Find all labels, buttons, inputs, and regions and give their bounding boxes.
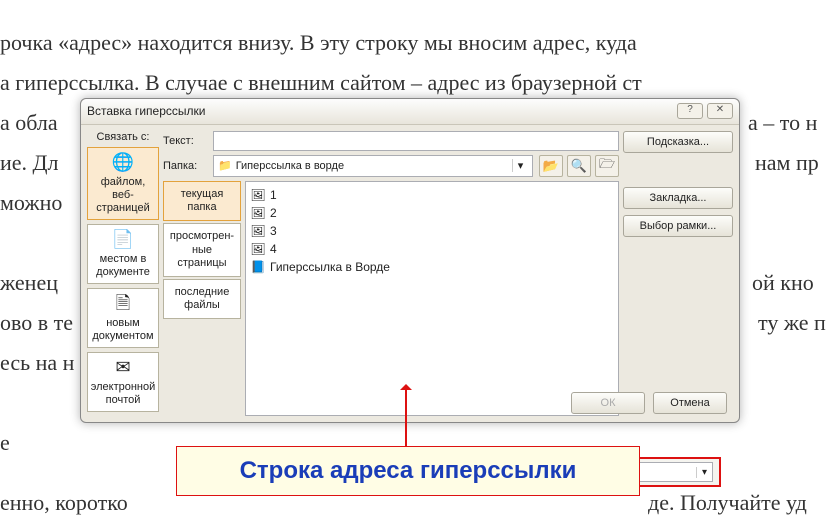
link-target-place[interactable]: 📄 местом в документе [87,224,159,284]
subnav-current-folder[interactable]: текущая папка [163,181,241,221]
list-item[interactable]: 🖼2 [250,204,614,222]
browse-file-button[interactable]: 🗁 [595,155,619,177]
bg-text: а гиперссылка. В случае с внешним сайтом… [0,68,642,99]
center-panel: Текст: Папка: 📁 Гиперссылка в ворде ▾ 📂 … [163,131,619,416]
image-icon: 🖼 [250,223,266,239]
file-name: 4 [270,242,277,256]
bg-text: есь на н [0,348,74,379]
bg-text: ие. Дл [0,148,59,179]
dialog-title: Вставка гиперссылки [87,104,673,118]
link-target-label: электронной почтой [91,381,156,406]
folder-up-icon: 📂 [543,158,559,174]
mail-icon: ✉ [90,357,156,379]
close-button[interactable]: ✕ [707,103,733,119]
bg-text: ту же п [758,308,826,339]
link-target-new-doc[interactable]: 🗎 новым документом [87,288,159,348]
right-button-column: Подсказка... Закладка... Выбор рамки... [623,131,733,416]
link-target-label: местом в документе [96,253,150,278]
open-folder-icon: 🗁 [599,155,615,177]
bg-text: а обла [0,108,58,139]
link-to-column: Связать с: 🌐 файлом, веб-страницей 📄 мес… [87,131,159,416]
new-doc-icon: 🗎 [90,293,156,315]
chevron-down-icon[interactable]: ▾ [512,159,528,172]
bg-text: енно, коротко [0,488,128,519]
link-target-label: новым документом [92,317,153,342]
bookmark-icon: 📄 [90,229,156,251]
list-item[interactable]: 📘 Гиперссылка в Ворде [250,258,614,276]
link-to-label: Связать с: [87,131,159,143]
subnav-viewed-pages[interactable]: просмотрен- ные страницы [163,223,241,277]
bg-text: нам пр [755,148,819,179]
bg-text: женец [0,268,58,299]
text-label: Текст: [163,135,207,147]
bg-text: ой кно [752,268,814,299]
file-name: Гиперссылка в Ворде [270,260,390,274]
browse-subnav: текущая папка просмотрен- ные страницы п… [163,181,241,416]
folder-label: Папка: [163,160,207,172]
file-name: 3 [270,224,277,238]
image-icon: 🖼 [250,187,266,203]
bg-text: е [0,428,10,459]
insert-hyperlink-dialog: Вставка гиперссылки ? ✕ Связать с: 🌐 фай… [80,98,740,423]
folder-combo[interactable]: 📁 Гиперссылка в ворде ▾ [213,155,533,177]
bg-text: можно [0,188,62,219]
browse-web-button[interactable]: 🔍 [567,155,591,177]
titlebar[interactable]: Вставка гиперссылки ? ✕ [81,99,739,125]
up-folder-button[interactable]: 📂 [539,155,563,177]
chevron-down-icon[interactable]: ▾ [696,467,712,478]
bg-text: де. Получайте уд [648,488,807,519]
link-target-email[interactable]: ✉ электронной почтой [87,352,159,412]
help-button[interactable]: ? [677,103,703,119]
list-item[interactable]: 🖼4 [250,240,614,258]
image-icon: 🖼 [250,241,266,257]
bg-text: рочка «адрес» находится внизу. В эту стр… [0,28,637,59]
ok-button: ОК [571,392,645,414]
cancel-button[interactable]: Отмена [653,392,727,414]
annotation-arrow [405,390,407,446]
text-input[interactable] [213,131,619,151]
dialog-footer: ОК Отмена [571,392,727,414]
image-icon: 🖼 [250,205,266,221]
bg-text: а – то н [748,108,817,139]
subnav-recent-files[interactable]: последние файлы [163,279,241,319]
list-item[interactable]: 🖼3 [250,222,614,240]
target-frame-button[interactable]: Выбор рамки... [623,215,733,237]
file-name: 1 [270,188,277,202]
annotation-callout: Строка адреса гиперссылки [176,446,640,496]
word-doc-icon: 📘 [250,259,266,275]
file-list[interactable]: 🖼1 🖼2 🖼3 🖼4 📘Гиперссылка в Ворде [245,181,619,416]
bookmark-button[interactable]: Закладка... [623,187,733,209]
file-name: 2 [270,206,277,220]
list-item[interactable]: 🖼1 [250,186,614,204]
folder-value: Гиперссылка в ворде [236,160,344,172]
globe-icon: 🌐 [90,152,156,174]
bg-text: ово в те [0,308,73,339]
search-icon: 🔍 [571,158,587,174]
link-target-label: файлом, веб-страницей [96,176,149,214]
folder-icon: 📁 [218,159,232,172]
link-target-file-web[interactable]: 🌐 файлом, веб-страницей [87,147,159,220]
tooltip-button[interactable]: Подсказка... [623,131,733,153]
